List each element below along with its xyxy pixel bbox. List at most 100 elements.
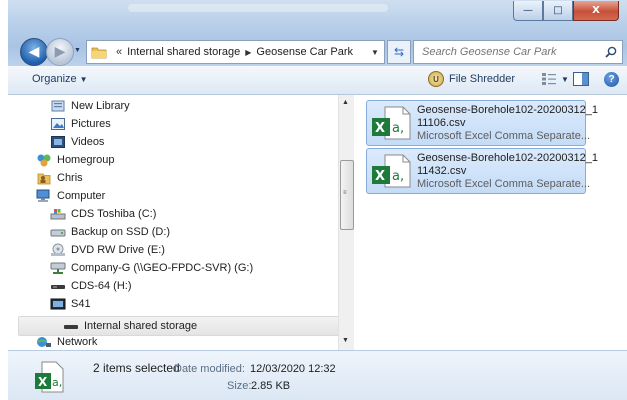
shredder-icon: U	[428, 71, 444, 87]
breadcrumb-geosense-car-park[interactable]: Geosense Car Park	[256, 46, 353, 58]
nav-item-label: Internal shared storage	[84, 320, 198, 332]
forward-button[interactable]: ▶	[46, 38, 74, 66]
nav-scrollbar[interactable]: ▲ ≡ ▼	[338, 95, 354, 350]
refresh-button[interactable]: ⇆	[387, 40, 411, 64]
computer-icon	[36, 188, 52, 204]
scroll-down-arrow-icon[interactable]: ▼	[342, 337, 349, 344]
preview-pane-icon	[573, 72, 589, 86]
excel-csv-icon: X a,	[35, 361, 64, 393]
phone-icon	[50, 296, 66, 312]
svg-text:a,: a,	[52, 376, 62, 389]
file-type: Microsoft Excel Comma Separate...	[417, 178, 591, 190]
search-icon[interactable]	[605, 46, 617, 58]
details-pane: X a, 2 items selected Date modified: 12/…	[8, 350, 627, 400]
organize-menu[interactable]: Organize ▼	[32, 73, 88, 85]
nav-item-label: Chris	[57, 172, 83, 184]
pictures-icon	[50, 116, 66, 132]
nav-item-label: Homegroup	[57, 154, 115, 166]
file-shredder-button[interactable]: U File Shredder	[428, 71, 515, 87]
help-icon[interactable]: ?	[604, 72, 619, 87]
arrow-right-icon: ▶	[54, 44, 66, 60]
dvd-drive-icon	[50, 242, 66, 258]
address-history-dropdown[interactable]: ▼	[366, 48, 384, 57]
file-name: Geosense-Borehole102-20200312_1	[417, 152, 599, 164]
nav-item-cds-toshiba[interactable]: CDS Toshiba (C:)	[50, 205, 156, 223]
size-label: Size:	[227, 380, 252, 392]
file-type: Microsoft Excel Comma Separate...	[417, 130, 591, 142]
nav-item-label: Computer	[57, 190, 106, 202]
window-controls: — □ X	[513, 1, 619, 21]
videos-icon	[50, 134, 66, 150]
svg-text:a,: a,	[392, 169, 404, 184]
maximize-button[interactable]: □	[543, 1, 573, 21]
removable-drive-icon	[50, 278, 66, 294]
nav-item-computer[interactable]: Computer	[36, 187, 105, 205]
refresh-icon: ⇆	[393, 45, 405, 59]
chevron-down-icon: ▼	[79, 75, 88, 84]
nav-item-label: CDS-64 (H:)	[71, 280, 132, 292]
arrow-left-icon: ◀	[28, 44, 40, 60]
nav-item-chris[interactable]: Chris	[36, 169, 83, 187]
command-bar: Organize ▼ U File Shredder ▼ ?	[8, 66, 627, 95]
nav-item-homegroup[interactable]: Homegroup	[36, 151, 114, 169]
desktop-edge	[0, 0, 8, 399]
back-button[interactable]: ◀	[20, 38, 48, 66]
file-shredder-label: File Shredder	[449, 73, 516, 85]
change-view-button[interactable]: ▼	[541, 72, 569, 86]
excel-csv-icon: X a,	[372, 154, 411, 188]
scrollbar-grip-icon: ≡	[343, 190, 347, 196]
preview-pane-button[interactable]	[573, 72, 589, 89]
title-glass-highlight	[128, 4, 388, 12]
nav-item-label: Videos	[71, 136, 105, 148]
nav-item-cds-64[interactable]: CDS-64 (H:)	[50, 277, 132, 295]
view-options-icon	[542, 73, 556, 85]
size-value: 2.85 KB	[251, 380, 291, 392]
nav-item-label: Network	[57, 336, 98, 348]
minimize-button[interactable]: —	[513, 1, 543, 21]
file-list: X a, Geosense-Borehole102-20200312_1 111…	[354, 95, 627, 350]
homegroup-icon	[36, 152, 52, 168]
nav-item-label: Backup on SSD (D:)	[71, 226, 171, 238]
navigation-pane: New Library Pictures Videos Homegroup Ch…	[8, 95, 338, 350]
svg-text:X: X	[375, 169, 385, 184]
network-drive-icon	[50, 260, 66, 276]
title-bar: — □ X ◀ ▶ ▼ « Internal shared storage ▶ …	[8, 0, 627, 66]
excel-csv-icon: X a,	[372, 106, 411, 140]
nav-item-s41[interactable]: S41	[50, 295, 91, 313]
search-input[interactable]	[420, 45, 604, 59]
nav-item-pictures[interactable]: Pictures	[50, 115, 111, 133]
file-item[interactable]: X a, Geosense-Borehole102-20200312_1 111…	[366, 100, 598, 146]
breadcrumb-separator[interactable]: ▶	[245, 48, 251, 57]
file-name-continued: 11106.csv	[417, 117, 466, 129]
nav-item-dvd-drive[interactable]: DVD RW Drive (E:)	[50, 241, 165, 259]
nav-item-network[interactable]: Network	[36, 333, 97, 350]
nav-item-backup-ssd[interactable]: Backup on SSD (D:)	[50, 223, 170, 241]
search-box[interactable]	[413, 40, 623, 64]
organize-label: Organize	[32, 73, 77, 85]
file-item[interactable]: X a, Geosense-Borehole102-20200312_1 114…	[366, 148, 598, 194]
scroll-up-arrow-icon[interactable]: ▲	[342, 99, 349, 106]
nav-item-videos[interactable]: Videos	[50, 133, 104, 151]
nav-item-label: S41	[71, 298, 91, 310]
address-bar[interactable]: « Internal shared storage ▶ Geosense Car…	[86, 40, 385, 64]
network-icon	[36, 334, 52, 350]
svg-text:a,: a,	[392, 121, 404, 136]
recent-pages-dropdown[interactable]: ▼	[74, 47, 81, 54]
close-button[interactable]: X	[573, 1, 619, 21]
breadcrumb-internal-shared-storage[interactable]: Internal shared storage	[127, 46, 240, 58]
nav-item-company-g[interactable]: Company-G (\\GEO-FPDC-SVR) (G:)	[50, 259, 253, 277]
selection-count: 2 items selected	[93, 361, 180, 375]
nav-item-label: Company-G (\\GEO-FPDC-SVR) (G:)	[71, 262, 254, 274]
nav-item-new-library[interactable]: New Library	[50, 97, 130, 115]
drive-icon	[50, 224, 66, 240]
overflow-chevron[interactable]: «	[116, 46, 122, 58]
svg-text:X: X	[375, 121, 385, 136]
system-drive-icon	[50, 206, 66, 222]
nav-item-label: New Library	[71, 100, 130, 112]
file-name-continued: 11432.csv	[417, 165, 467, 177]
storage-icon	[63, 318, 79, 334]
folder-icon	[91, 47, 107, 59]
file-name: Geosense-Borehole102-20200312_1	[417, 104, 599, 116]
nav-item-label: DVD RW Drive (E:)	[71, 244, 165, 256]
explorer-window: — □ X ◀ ▶ ▼ « Internal shared storage ▶ …	[8, 0, 627, 400]
